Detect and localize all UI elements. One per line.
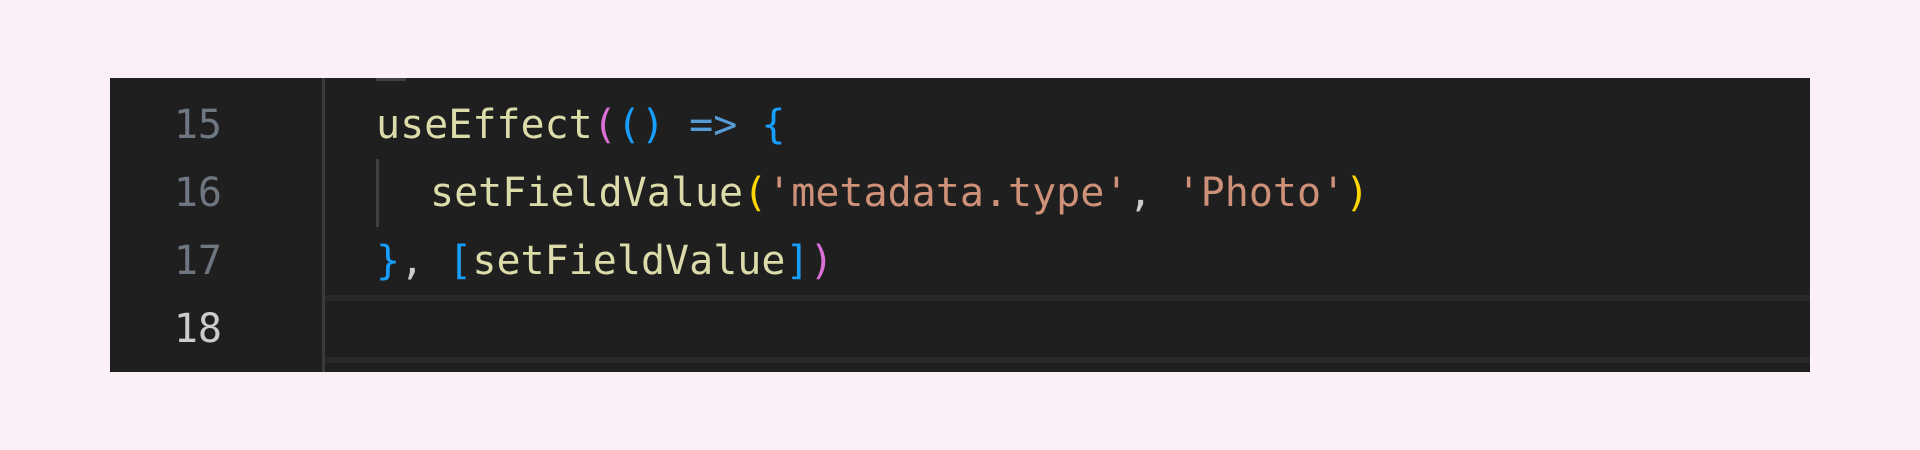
- token-string-arg2: 'Photo': [1176, 170, 1346, 216]
- scrolled-line-fragment: [376, 78, 406, 81]
- code-line-16[interactable]: setFieldValue('metadata.type', 'Photo'): [430, 159, 1369, 227]
- code-editor[interactable]: 15 16 17 18 useEffect(() => { setFieldVa…: [110, 78, 1810, 372]
- line-number-gutter: 15 16 17 18: [110, 78, 322, 372]
- code-line-15[interactable]: useEffect(() => {: [376, 91, 785, 159]
- token-comma: ,: [400, 238, 425, 284]
- token-dependency: setFieldValue: [472, 238, 786, 284]
- line-number-18: 18: [173, 306, 222, 352]
- line-number-17: 17: [173, 238, 222, 284]
- current-line-highlight: [325, 295, 1810, 363]
- token-open-paren: (: [592, 102, 617, 148]
- token-arrow: =>: [689, 102, 738, 148]
- token-close-bracket: ]: [785, 238, 810, 284]
- token-close-paren: ): [1345, 170, 1370, 216]
- line-number-15: 15: [173, 102, 222, 148]
- token-string-arg1: 'metadata.type': [767, 170, 1129, 216]
- token-open-paren: (: [743, 170, 768, 216]
- token-open-bracket: [: [448, 238, 473, 284]
- token-comma: ,: [1128, 170, 1153, 216]
- indent-guide: [376, 159, 379, 227]
- token-inner-parens: (): [616, 102, 666, 148]
- token-close-paren: ): [809, 238, 834, 284]
- code-line-17[interactable]: }, [setFieldValue]): [376, 227, 834, 295]
- line-number-16: 16: [173, 170, 222, 216]
- token-open-brace: {: [761, 102, 786, 148]
- token-close-brace: }: [376, 238, 401, 284]
- token-function-name: useEffect: [376, 102, 593, 148]
- token-function-name: setFieldValue: [430, 170, 744, 216]
